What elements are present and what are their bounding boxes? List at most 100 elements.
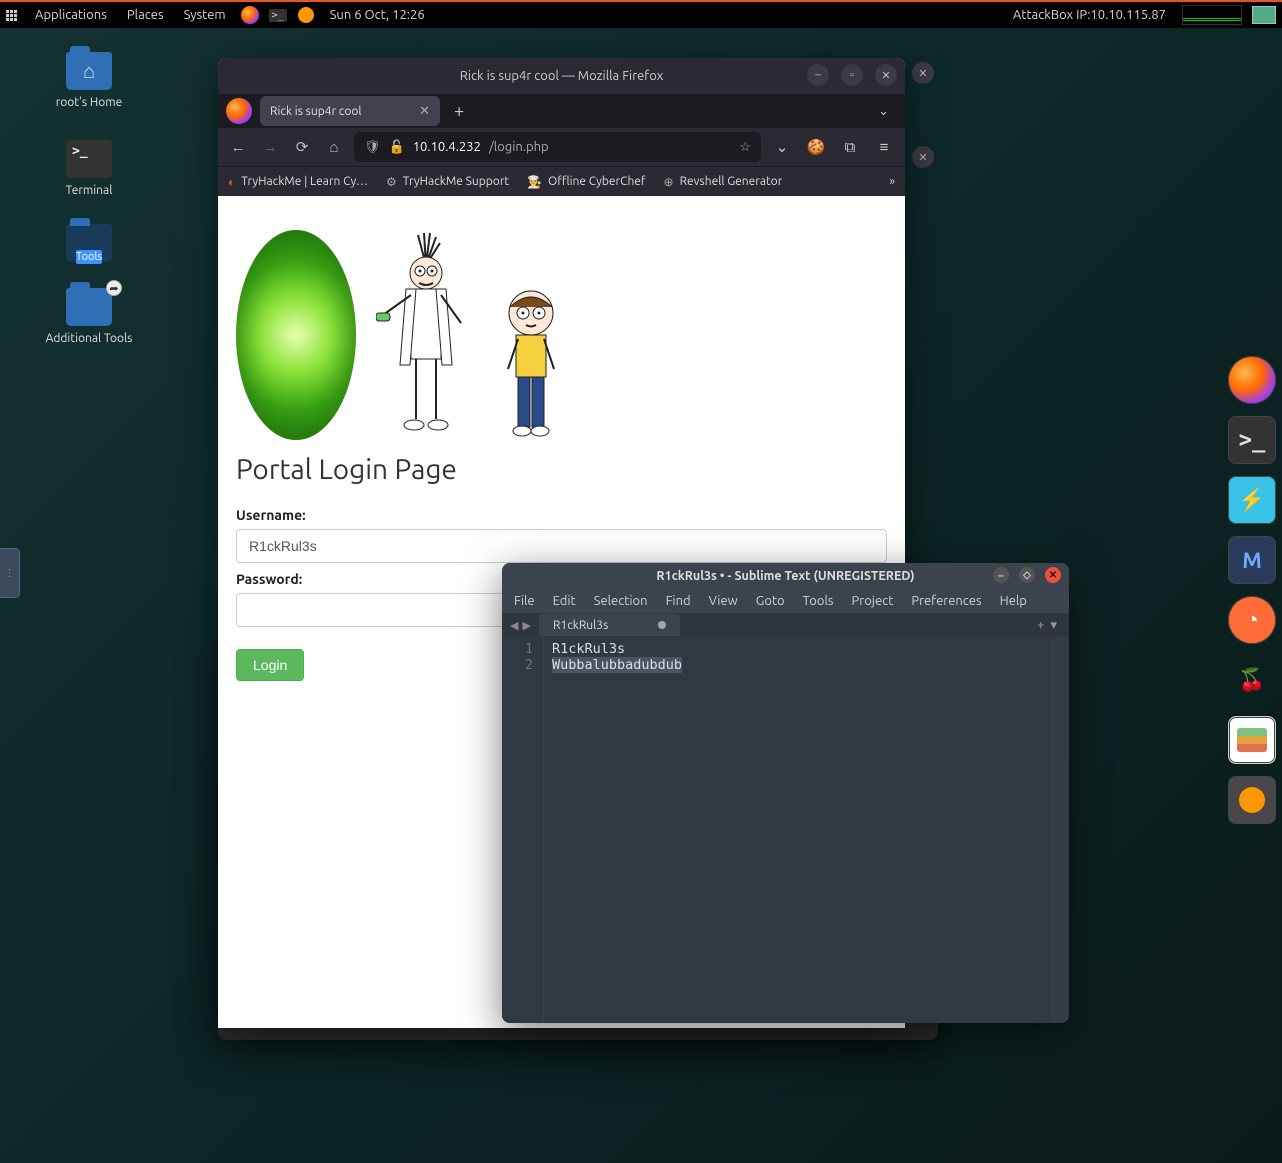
symlink-badge-icon: ➦ [106, 280, 122, 296]
address-bar[interactable]: 🛡 🔓 10.10.4.232/login.php ☆ [354, 132, 761, 162]
line-number: 2 [502, 657, 533, 673]
bookmark-item[interactable]: ◐TryHackMe | Learn Cy… [228, 175, 368, 189]
menu-preferences[interactable]: Preferences [911, 594, 981, 608]
app-menu-button[interactable]: ≡ [871, 138, 897, 156]
menu-system[interactable]: System [174, 8, 236, 22]
insecure-lock-icon[interactable]: 🔓 [389, 140, 405, 155]
apps-grid-icon[interactable] [6, 10, 17, 21]
workspace-switcher[interactable] [1252, 6, 1276, 24]
dock-terminal-icon[interactable]: >_ [1228, 416, 1276, 464]
menu-file[interactable]: File [514, 594, 535, 608]
back-button[interactable]: ← [226, 138, 250, 156]
sublime-maximize-button[interactable]: ◇ [1019, 567, 1035, 583]
forward-button[interactable]: → [258, 138, 282, 156]
pocket-icon[interactable]: ⌄ [769, 138, 795, 156]
dock-postman-icon[interactable]: ◔ [1228, 596, 1276, 644]
desktop-additional-tools-icon[interactable]: ➦ Additional Tools [34, 288, 144, 345]
sublime-menu-bar: File Edit Selection Find View Goto Tools… [502, 589, 1069, 613]
dock-cherrytree-icon[interactable]: 🍒 [1228, 656, 1276, 704]
background-window-close-button[interactable]: ✕ [912, 62, 934, 84]
firefox-title-bar[interactable]: Rick is sup4r cool — Mozilla Firefox – ▫… [218, 58, 905, 94]
url-host: 10.10.4.232 [413, 140, 481, 154]
firefox-logo-icon [226, 98, 252, 124]
desktop-tools-icon[interactable]: Tools [34, 224, 144, 268]
sublime-minimize-button[interactable]: – [993, 567, 1009, 583]
sublime-panel-icon[interactable] [295, 4, 317, 26]
selected-text: Wubbalubbadubdub [552, 657, 682, 673]
login-button[interactable]: Login [236, 649, 304, 681]
dock-metasploit-icon[interactable]: M [1228, 536, 1276, 584]
code-line: Wubbalubbadubdub [552, 657, 1043, 673]
firefox-toolbar: ← → ⟳ ⌂ 🛡 🔓 10.10.4.232/login.php ☆ ⌄ 🍪 … [218, 128, 905, 166]
cpu-graph [1182, 5, 1242, 25]
menu-goto[interactable]: Goto [756, 594, 785, 608]
sublime-window: R1ckRul3s • - Sublime Text (UNREGISTERED… [502, 563, 1069, 1023]
window-title: Rick is sup4r cool — Mozilla Firefox [460, 69, 664, 83]
menu-tools[interactable]: Tools [803, 594, 834, 608]
menu-help[interactable]: Help [1000, 594, 1027, 608]
extensions-icon[interactable]: ⧉ [837, 138, 863, 156]
page-heading: Portal Login Page [236, 454, 887, 485]
window-close-button[interactable]: ✕ [875, 64, 897, 86]
tabs-dropdown-icon[interactable]: ⌄ [870, 104, 897, 119]
sublime-tab-menu-icon[interactable]: ▾ [1050, 618, 1057, 633]
menu-view[interactable]: View [709, 594, 738, 608]
home-button[interactable]: ⌂ [322, 138, 346, 156]
desktop-terminal-icon[interactable]: Terminal [34, 140, 144, 197]
sublime-close-button[interactable]: ✕ [1045, 567, 1061, 583]
bookmarks-bar: ◐TryHackMe | Learn Cy… ⚙TryHackMe Suppor… [218, 166, 905, 196]
line-number: 1 [502, 641, 533, 657]
dock-firefox-icon[interactable] [1228, 356, 1276, 404]
panel-clock: Sun 6 Oct, 12:26 [320, 8, 435, 22]
url-path: /login.php [489, 140, 549, 154]
desktop-home-icon[interactable]: root's Home [34, 52, 144, 109]
left-dock-hint[interactable]: ⋮ [0, 548, 20, 598]
tab-title: Rick is sup4r cool [270, 105, 362, 118]
sublime-new-tab-button[interactable]: + [1037, 618, 1044, 633]
browser-tab[interactable]: Rick is sup4r cool ✕ [260, 96, 440, 126]
sublime-editor[interactable]: 1 2 R1ckRul3s Wubbalubbadubdub [502, 637, 1069, 1023]
shield-icon[interactable]: 🛡 [364, 140, 381, 155]
terminal-panel-icon[interactable]: >_ [267, 4, 289, 26]
sublime-title: R1ckRul3s • - Sublime Text (UNREGISTERED… [656, 569, 914, 583]
header-image [236, 210, 887, 440]
bookmarks-overflow-icon[interactable]: » [889, 175, 895, 188]
tab-history-fwd-icon[interactable]: ▶ [520, 619, 532, 632]
new-tab-button[interactable]: + [448, 101, 470, 121]
folder-icon: ➦ [66, 288, 112, 326]
tab-close-icon[interactable]: ✕ [419, 104, 430, 119]
rick-graphic [376, 225, 476, 440]
menu-selection[interactable]: Selection [594, 594, 648, 608]
bookmark-item[interactable]: ⊕Revshell Generator [664, 175, 783, 189]
bookmark-label: TryHackMe | Learn Cy… [241, 175, 368, 188]
bookmark-item[interactable]: 👨‍🍳Offline CyberChef [527, 175, 645, 189]
desktop-icon-label: Additional Tools [34, 332, 144, 345]
sublime-tab-label: R1ckRul3s [553, 619, 608, 632]
menu-project[interactable]: Project [852, 594, 894, 608]
tab-history-back-icon[interactable]: ◀ [508, 619, 520, 632]
username-input[interactable] [236, 529, 887, 563]
bookmark-label: Revshell Generator [680, 175, 783, 188]
background-window-close-button-2[interactable]: ✕ [912, 146, 934, 168]
minimap[interactable] [1051, 637, 1069, 1023]
code-area[interactable]: R1ckRul3s Wubbalubbadubdub [544, 637, 1051, 1023]
folder-tools-icon: Tools [66, 224, 112, 262]
dock-sublime-icon[interactable] [1228, 776, 1276, 824]
menu-edit[interactable]: Edit [553, 594, 576, 608]
dock-files-icon[interactable] [1228, 716, 1276, 764]
bookmark-item[interactable]: ⚙TryHackMe Support [386, 175, 509, 189]
top-panel: Applications Places System >_ Sun 6 Oct,… [0, 2, 1282, 28]
menu-find[interactable]: Find [666, 594, 691, 608]
window-maximize-button[interactable]: ▫ [841, 64, 863, 86]
reload-button[interactable]: ⟳ [290, 138, 314, 156]
sublime-file-tab[interactable]: R1ckRul3s [539, 614, 680, 636]
dock-burp-icon[interactable]: ⚡ [1228, 476, 1276, 524]
menu-applications[interactable]: Applications [25, 8, 117, 22]
sublime-title-bar[interactable]: R1ckRul3s • - Sublime Text (UNREGISTERED… [502, 563, 1069, 589]
desktop-icon-label: Terminal [34, 184, 144, 197]
menu-places[interactable]: Places [117, 8, 174, 22]
extension-icon[interactable]: 🍪 [803, 138, 829, 156]
window-minimize-button[interactable]: – [807, 64, 829, 86]
firefox-panel-icon[interactable] [239, 4, 261, 26]
bookmark-star-icon[interactable]: ☆ [739, 140, 751, 155]
